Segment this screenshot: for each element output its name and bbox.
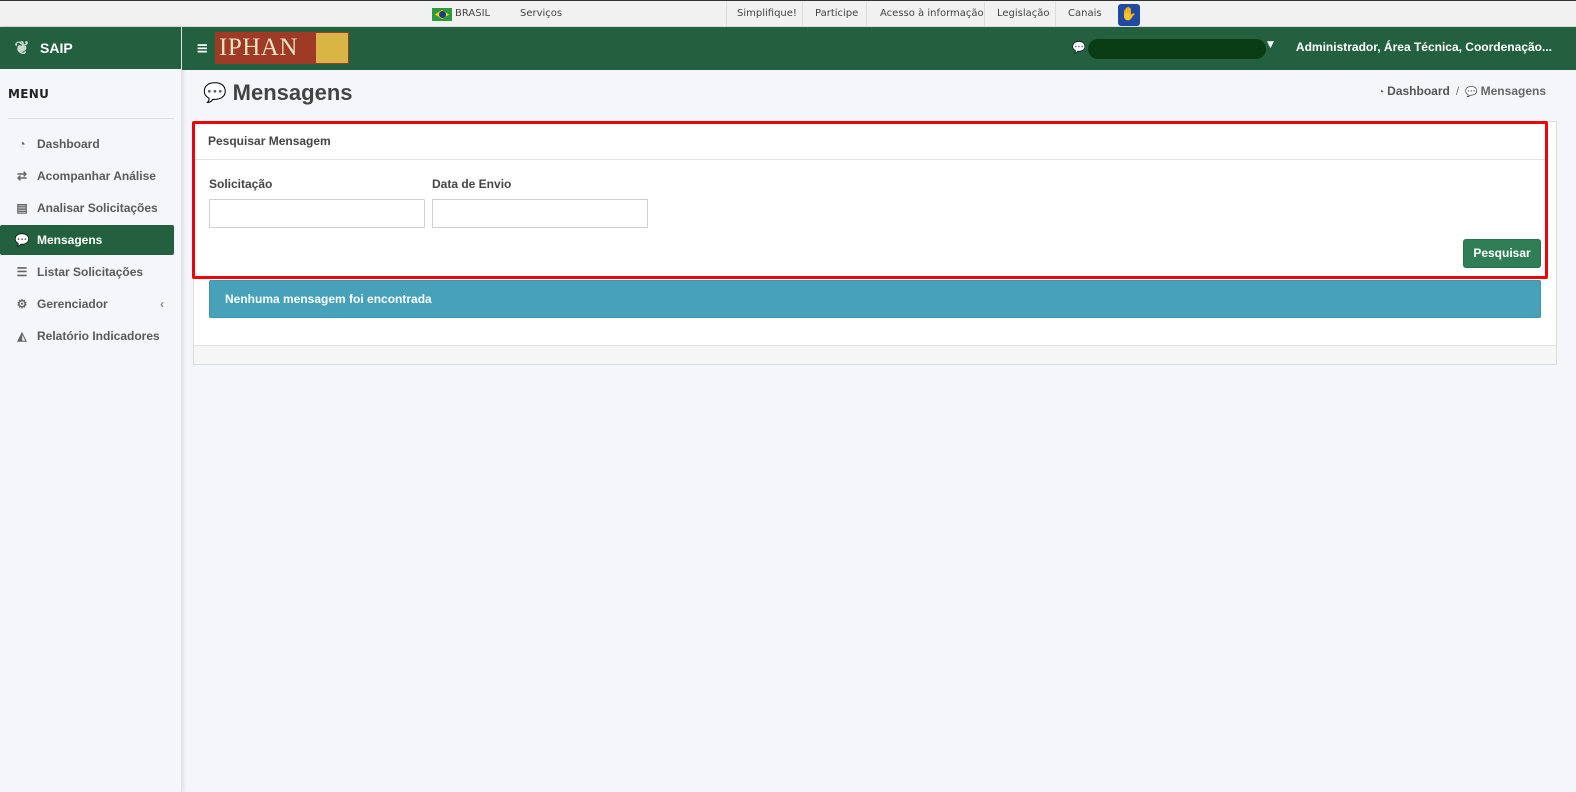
breadcrumb-dashboard-link[interactable]: Dashboard (1387, 84, 1450, 98)
sidebar-item-label: Mensagens (37, 233, 103, 247)
saip-logo-icon: ❦ (14, 38, 30, 58)
dashboard-icon: ◔ (1378, 87, 1385, 98)
highlight-box (192, 121, 1548, 279)
book-icon: ▤ (16, 201, 28, 215)
iphan-logo[interactable]: IPHAN (215, 32, 349, 64)
page-title: 💬 Mensagens (203, 80, 353, 106)
top-navbar: ≡ IPHAN 💬 ▼ Administrador, Área Técnica,… (182, 27, 1576, 70)
user-roles[interactable]: Administrador, Área Técnica, Coordenação… (1296, 40, 1552, 54)
sidebar-item-listar-solicitacoes[interactable]: ☰ Listar Solicitações (0, 257, 174, 287)
cogs-icon: ⚙ (16, 297, 28, 311)
sidebar-item-acompanhar-analise[interactable]: ⇄ Acompanhar Análise (0, 161, 174, 191)
breadcrumb: ◔ Dashboard / 💬 Mensagens (1378, 84, 1546, 98)
messages-icon[interactable]: 💬 (1072, 41, 1086, 54)
comments-icon: 💬 (14, 233, 30, 247)
dashboard-icon: ◔ (18, 137, 26, 151)
iphan-logo-text: IPHAN (219, 34, 298, 61)
card-footer (194, 345, 1556, 364)
brazil-flag-icon (432, 8, 452, 21)
no-messages-alert: Nenhuma mensagem foi encontrada (209, 280, 1541, 318)
gov-link-canais[interactable]: Canais (1068, 1, 1102, 27)
gov-top-bar: BRASIL Serviços Simplifique! Participe A… (0, 0, 1576, 27)
area-chart-icon: ◭ (17, 329, 27, 343)
hamburger-menu-icon[interactable]: ≡ (196, 39, 209, 57)
sidebar-item-label: Listar Solicitações (37, 265, 144, 279)
gov-link-participe[interactable]: Participe (815, 1, 858, 27)
accessibility-hand-icon[interactable]: ✋ (1118, 4, 1140, 26)
sidebar-item-relatorio-indicadores[interactable]: ◭ Relatório Indicadores (0, 321, 174, 351)
gov-services-link[interactable]: Serviços (520, 1, 562, 27)
iphan-logo-subtitle-block (316, 33, 348, 63)
sidebar-item-label: Relatório Indicadores (37, 329, 160, 343)
chevron-left-icon: ‹ (160, 297, 164, 311)
sidebar: ❦ SAIP MENU ◔ Dashboard ⇄ Acompanhar Aná… (0, 27, 182, 792)
caret-down-icon[interactable]: ▼ (1267, 40, 1274, 50)
sidebar-item-gerenciador[interactable]: ⚙ Gerenciador ‹ (0, 289, 174, 319)
menu-title: MENU (8, 87, 50, 101)
redacted-user-name[interactable] (1088, 39, 1266, 59)
sidebar-item-mensagens[interactable]: 💬 Mensagens (0, 225, 174, 255)
app-name: SAIP (40, 40, 73, 56)
sidebar-item-dashboard[interactable]: ◔ Dashboard (0, 129, 174, 159)
menu-divider (8, 118, 174, 119)
sidebar-item-label: Dashboard (37, 137, 100, 151)
comments-icon: 💬 (203, 83, 227, 104)
sidebar-brand[interactable]: ❦ SAIP (0, 27, 181, 69)
sidebar-item-analisar-solicitacoes[interactable]: ▤ Analisar Solicitações (0, 193, 174, 223)
gov-country-link[interactable]: BRASIL (455, 1, 490, 27)
breadcrumb-current: Mensagens (1480, 84, 1546, 98)
exchange-icon: ⇄ (16, 169, 28, 183)
gov-link-legislacao[interactable]: Legislação (997, 1, 1050, 27)
comments-icon: 💬 (1465, 87, 1478, 98)
gov-link-acesso-informacao[interactable]: Acesso à informação (880, 1, 984, 27)
page-title-text: Mensagens (232, 80, 353, 105)
sidebar-item-label: Acompanhar Análise (37, 169, 156, 183)
gov-link-simplifique[interactable]: Simplifique! (737, 1, 797, 27)
sidebar-item-label: Gerenciador (37, 297, 108, 311)
sidebar-item-label: Analisar Solicitações (37, 201, 158, 215)
list-icon: ☰ (16, 265, 28, 279)
